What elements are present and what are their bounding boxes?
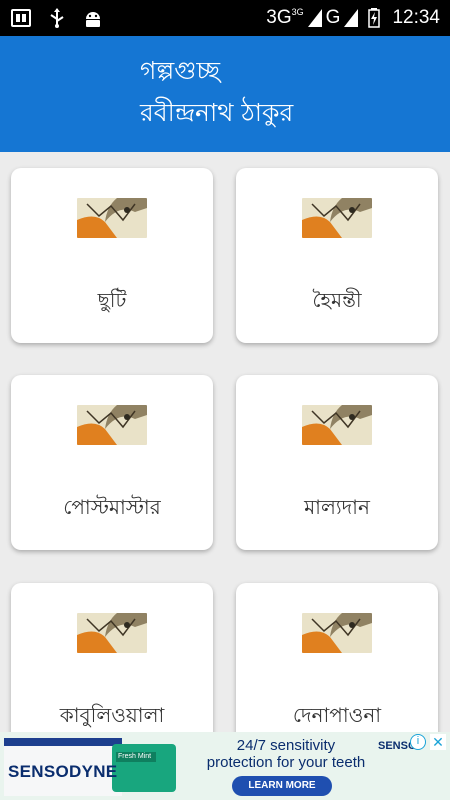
ad-subheadline: protection for your teeth [206, 754, 366, 771]
story-thumbnail [77, 198, 147, 238]
story-card[interactable]: কাবুলিওয়ালা [11, 583, 213, 732]
story-title: মাল্যদান [304, 495, 370, 519]
status-notifications [10, 7, 104, 29]
network-type-3g: 3G3G [266, 7, 304, 28]
story-thumbnail [77, 613, 147, 653]
story-card[interactable]: পোস্টমাস্টার [11, 375, 213, 550]
story-card[interactable]: মাল্যদান [236, 375, 438, 550]
usb-icon [50, 8, 64, 28]
ad-tube-label: Fresh Mint [118, 753, 152, 760]
story-card[interactable]: দেনাপাওনা [236, 583, 438, 732]
network-type-g: G [325, 7, 341, 28]
clock: 12:34 [392, 7, 440, 28]
story-thumbnail [302, 613, 372, 653]
story-grid: ছুটি হৈমন্তী পোস্টমাস্টার মাল্যদান কাবুল… [0, 152, 450, 732]
story-title: পোস্টমাস্টার [63, 495, 161, 519]
story-title: দেনাপাওনা [292, 703, 382, 727]
ad-info-icon[interactable]: i [410, 734, 426, 750]
ad-headline: 24/7 sensitivity [236, 737, 336, 754]
story-card[interactable]: ছুটি [11, 168, 213, 343]
author-name: রবীন্দ্রনাথ ঠাকুর [140, 98, 294, 127]
ad-learn-more-button[interactable]: LEARN MORE [232, 776, 332, 796]
signal-icon-2 [344, 9, 359, 27]
story-title: হৈমন্তী [312, 288, 362, 312]
story-title: ছুটি [97, 288, 127, 312]
battery-charging-icon [368, 8, 381, 28]
android-icon [86, 12, 100, 27]
story-thumbnail [77, 405, 147, 445]
app-header: গল্পগুচ্ছ রবীন্দ্রনাথ ঠাকুর [0, 36, 450, 152]
story-card[interactable]: হৈমন্তী [236, 168, 438, 343]
ad-brand: SENSODYNE [8, 762, 118, 781]
ad-banner[interactable]: SENSODYNE Fresh Mint 24/7 sensitivity pr… [0, 732, 450, 800]
app-title: গল্পগুচ্ছ [140, 56, 221, 85]
story-title: কাবুলিওয়ালা [59, 703, 165, 727]
story-thumbnail [302, 198, 372, 238]
ad-close-icon[interactable]: ✕ [430, 734, 446, 750]
signal-icon [307, 9, 322, 27]
sim-card-icon [11, 9, 31, 27]
story-thumbnail [302, 405, 372, 445]
status-indicators: 3G3G G 12:34 [266, 7, 440, 29]
status-bar: 3G3G G 12:34 [0, 0, 450, 36]
